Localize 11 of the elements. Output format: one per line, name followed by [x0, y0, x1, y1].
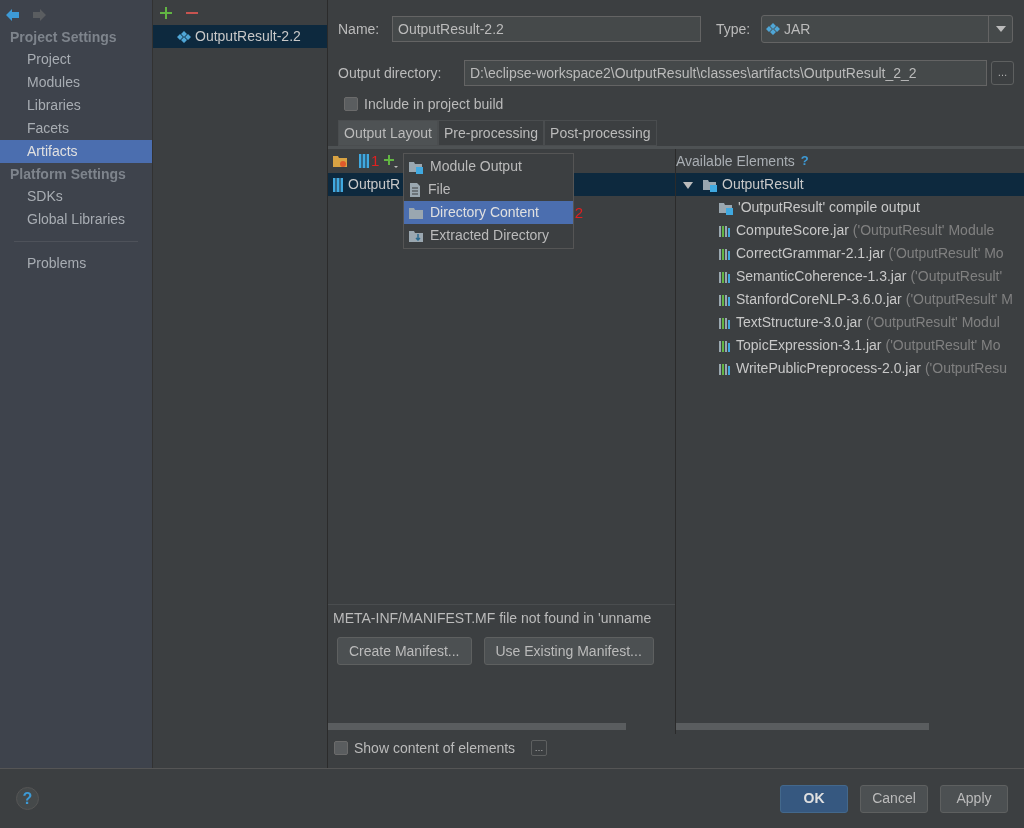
section-header: Project Settings — [9, 28, 118, 47]
checkbox-label: Show content of elements — [354, 738, 516, 758]
checkbox-label: Include in project build — [364, 94, 504, 114]
panel-title: Available Elements — [676, 151, 795, 171]
field-label: Type: — [716, 19, 752, 39]
annotation-number: 1 — [371, 150, 380, 171]
section-header: Platform Settings — [9, 165, 127, 184]
annotation-number: 2 — [574, 203, 583, 223]
warning-message: META-INF/MANIFEST.MF file not found in 'unname — [332, 609, 653, 628]
field-label: Output directory: — [338, 63, 443, 83]
field-label: Name: — [338, 19, 381, 39]
